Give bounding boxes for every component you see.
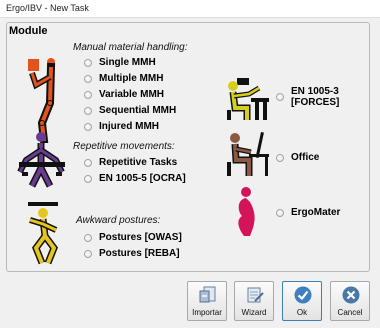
ok-button-label: Ok: [296, 308, 308, 317]
ocra-radio[interactable]: [84, 175, 92, 183]
forces-radio[interactable]: [276, 93, 284, 101]
module-title: Module: [9, 25, 48, 37]
injured-mmh-radio[interactable]: [84, 123, 92, 131]
variable-mmh-label: Variable MMH: [99, 89, 165, 100]
option-injured-mmh[interactable]: Injured MMH: [84, 121, 159, 132]
office-label: Office: [291, 152, 320, 163]
reba-radio[interactable]: [84, 250, 92, 258]
ergomater-radio[interactable]: [276, 209, 284, 217]
ergomater-label: ErgoMater: [291, 207, 341, 218]
window-title: Ergo/IBV - New Task: [6, 3, 89, 13]
ok-button[interactable]: Ok: [282, 281, 322, 321]
ocra-label: EN 1005-5 [OCRA]: [99, 173, 186, 184]
single-mmh-radio[interactable]: [84, 59, 92, 67]
office-workstation-figure-icon: [227, 132, 269, 176]
single-mmh-label: Single MMH: [99, 57, 156, 68]
forces-label-line1: EN 1005-3: [291, 86, 339, 97]
option-reba[interactable]: Postures [REBA]: [84, 248, 180, 259]
option-ocra[interactable]: EN 1005-5 [OCRA]: [84, 173, 186, 184]
forces-label: EN 1005-3 [FORCES]: [291, 86, 339, 108]
checkmark-icon: [294, 286, 312, 304]
option-repetitive-tasks[interactable]: Repetitive Tasks: [84, 157, 177, 168]
import-button-label: Importar: [192, 308, 222, 317]
cancel-button-label: Cancel: [337, 308, 363, 317]
wizard-button-label: Wizard: [241, 308, 267, 317]
forces-workstation-figure-icon: [227, 78, 269, 120]
variable-mmh-radio[interactable]: [84, 91, 92, 99]
reba-label: Postures [REBA]: [99, 248, 180, 259]
repetitive-movements-figure-icon: [17, 132, 65, 188]
option-multiple-mmh[interactable]: Multiple MMH: [84, 73, 163, 84]
sequential-mmh-radio[interactable]: [84, 107, 92, 115]
sequential-mmh-label: Sequential MMH: [99, 105, 177, 116]
option-ergomater[interactable]: ErgoMater: [276, 207, 340, 218]
awkward-section-label: Awkward postures:: [76, 215, 161, 226]
repetitive-tasks-label: Repetitive Tasks: [99, 157, 178, 168]
window-title-bar: Ergo/IBV - New Task: [0, 0, 380, 18]
repetitive-section-label: Repetitive movements:: [73, 141, 175, 152]
owas-label: Postures [OWAS]: [99, 232, 182, 243]
import-button[interactable]: Importar: [187, 281, 227, 321]
option-forces[interactable]: EN 1005-3 [FORCES]: [276, 86, 339, 108]
forces-label-line2: [FORCES]: [291, 97, 340, 108]
multiple-mmh-label: Multiple MMH: [99, 73, 164, 84]
ergomater-pregnant-figure-icon: [238, 187, 255, 236]
option-sequential-mmh[interactable]: Sequential MMH: [84, 105, 176, 116]
injured-mmh-label: Injured MMH: [99, 121, 159, 132]
option-single-mmh[interactable]: Single MMH: [84, 57, 156, 68]
import-document-icon: [199, 286, 216, 303]
wizard-wand-icon: [247, 287, 264, 303]
awkward-postures-figure-icon: [28, 202, 58, 265]
cancel-button[interactable]: Cancel: [330, 281, 370, 321]
office-radio[interactable]: [276, 154, 284, 162]
cross-icon: [342, 286, 360, 304]
wizard-button[interactable]: Wizard: [234, 281, 274, 321]
owas-radio[interactable]: [84, 234, 92, 242]
repetitive-tasks-radio[interactable]: [84, 159, 92, 167]
mmh-section-label: Manual material handling:: [73, 42, 188, 53]
option-owas[interactable]: Postures [OWAS]: [84, 232, 182, 243]
option-variable-mmh[interactable]: Variable MMH: [84, 89, 164, 100]
multiple-mmh-radio[interactable]: [84, 75, 92, 83]
option-office[interactable]: Office: [276, 152, 319, 163]
